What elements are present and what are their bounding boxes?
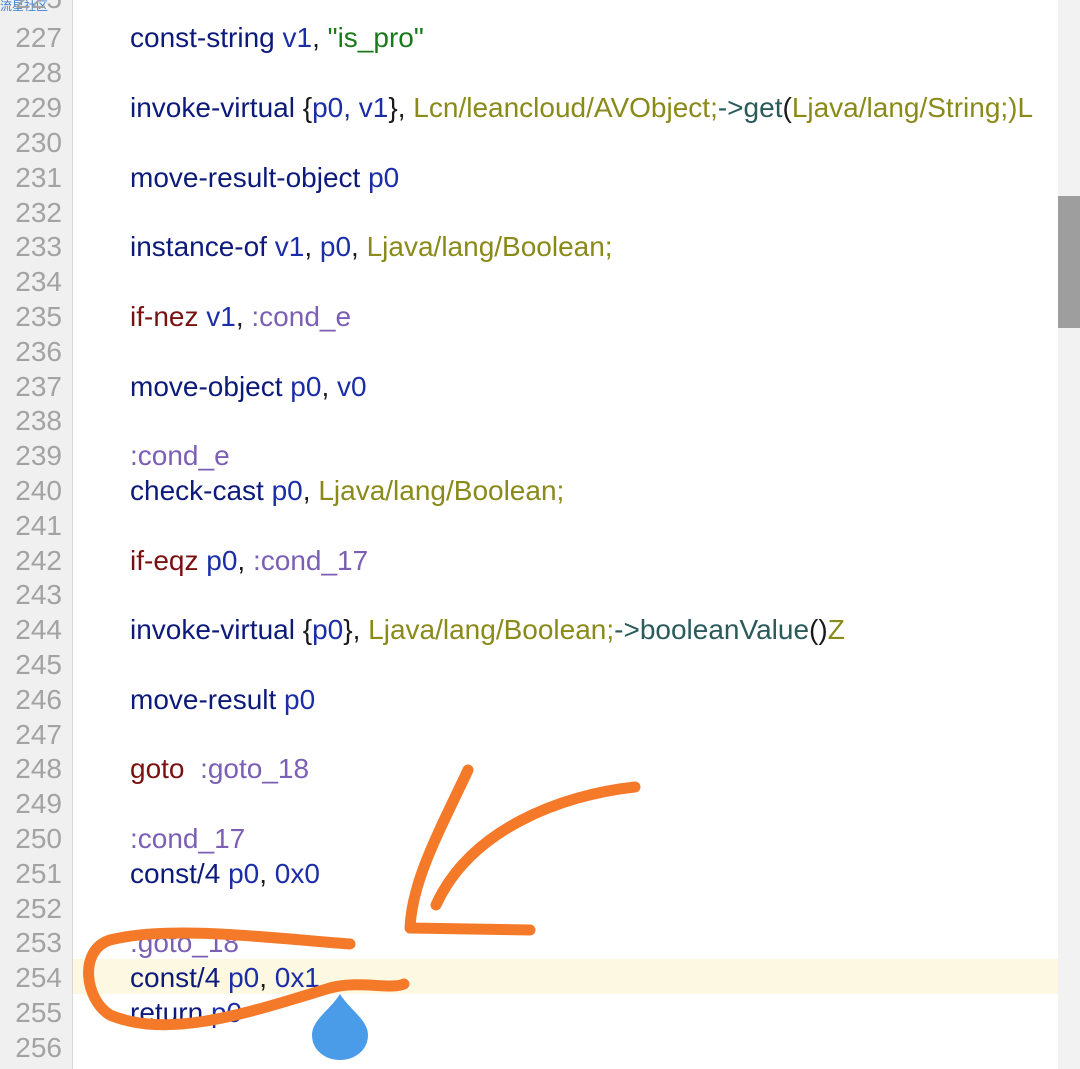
annotation-overlay <box>83 764 641 1060</box>
annotation-circle <box>83 927 410 1031</box>
text-cursor-drop-handle-icon <box>312 994 368 1060</box>
annotation-arrow-curve <box>430 781 641 911</box>
